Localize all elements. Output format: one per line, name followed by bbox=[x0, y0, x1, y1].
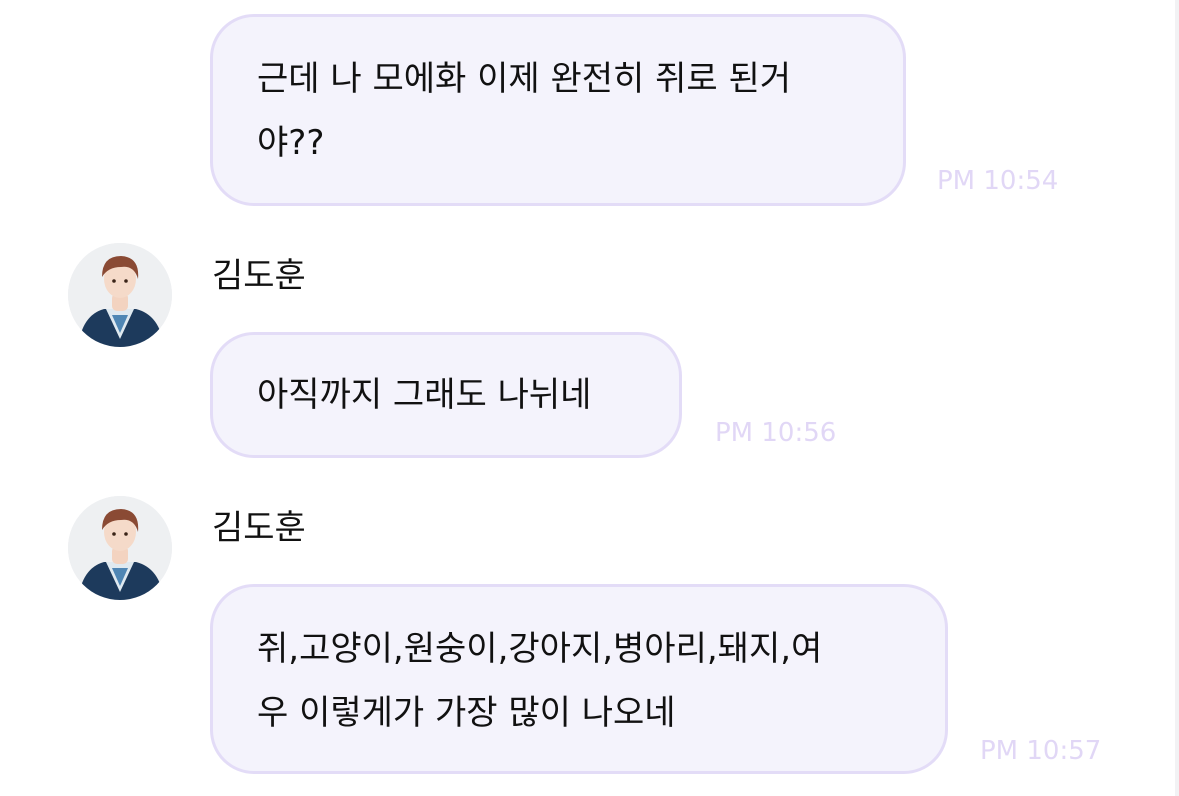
avatar-photo-icon bbox=[68, 496, 172, 600]
sender-name: 김도훈 bbox=[212, 256, 306, 296]
message-timestamp: PM 10:56 bbox=[715, 418, 837, 448]
message-bubble[interactable]: 아직까지 그래도 나뉘네 bbox=[210, 332, 682, 458]
message-text-line: 야?? bbox=[257, 123, 325, 163]
avatar[interactable] bbox=[68, 496, 172, 600]
message-bubble[interactable]: 쥐,고양이,원숭이,강아지,병아리,돼지,여 우 이렇게가 가장 많이 나오네 bbox=[210, 584, 948, 774]
message-text-line: 우 이렇게가 가장 많이 나오네 bbox=[257, 693, 676, 733]
sender-name: 김도훈 bbox=[212, 508, 306, 548]
avatar[interactable] bbox=[68, 243, 172, 347]
scroll-edge bbox=[1175, 0, 1179, 796]
message-bubble[interactable]: 근데 나 모에화 이제 완전히 쥐로 된거 야?? bbox=[210, 14, 906, 206]
avatar-photo-icon bbox=[68, 243, 172, 347]
message-text-line: 근데 나 모에화 이제 완전히 쥐로 된거 bbox=[257, 59, 792, 99]
message-text-line: 쥐,고양이,원숭이,강아지,병아리,돼지,여 bbox=[257, 629, 823, 669]
message-timestamp: PM 10:57 bbox=[980, 736, 1102, 766]
chat-screen: 근데 나 모에화 이제 완전히 쥐로 된거 야?? PM 10:54 김도훈 아… bbox=[0, 0, 1179, 796]
message-text-line: 아직까지 그래도 나뉘네 bbox=[257, 375, 592, 415]
message-timestamp: PM 10:54 bbox=[937, 166, 1059, 196]
